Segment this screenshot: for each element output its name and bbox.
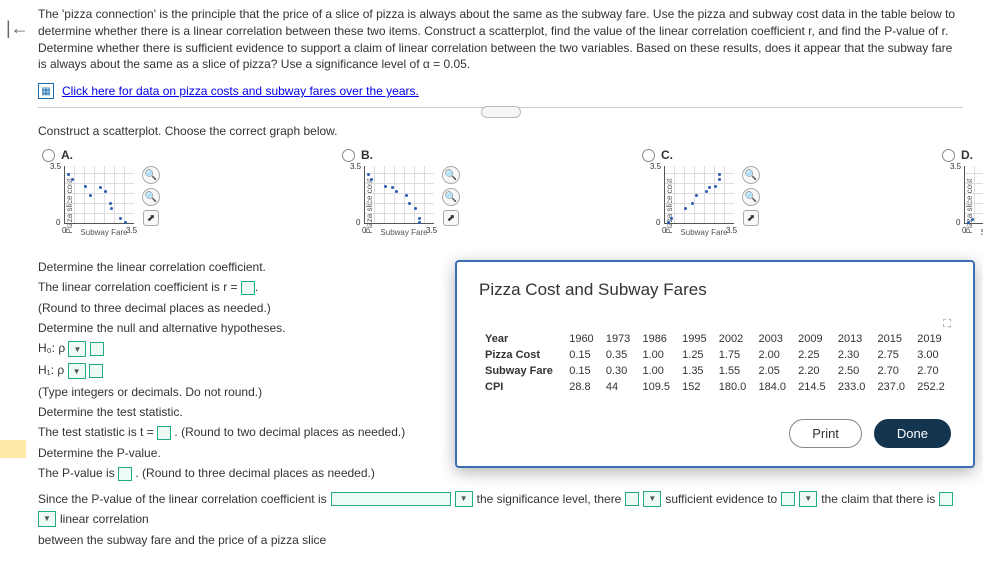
popout-icon[interactable]: ⬈ xyxy=(443,210,459,226)
isnot-dropdown[interactable] xyxy=(625,492,639,506)
data-table: Year196019731986199520022003200920132015… xyxy=(479,331,951,395)
chart-d: Pizza slice cost 3.5 0 0 3.5 Subway Fare… xyxy=(942,166,983,246)
h0-value-input[interactable] xyxy=(90,342,104,356)
compare-dropdown[interactable] xyxy=(331,492,451,506)
option-b[interactable]: B. Pizza slice cost 3.5 0 0 3.5 Subway F… xyxy=(342,148,462,246)
h1-op-dropdown[interactable]: ▼ xyxy=(68,363,86,379)
table-row: Pizza Cost0.150.351.001.251.752.002.252.… xyxy=(479,347,951,363)
radio-a[interactable] xyxy=(42,149,55,162)
table-row: Subway Fare0.150.301.001.351.552.052.202… xyxy=(479,363,951,379)
h1-value-input[interactable] xyxy=(89,364,103,378)
data-link[interactable]: Click here for data on pizza costs and s… xyxy=(62,84,419,98)
problem-statement: The 'pizza connection' is the principle … xyxy=(38,6,963,73)
option-a-label: A. xyxy=(61,148,73,162)
expand-handle[interactable] xyxy=(481,106,521,118)
popout-icon[interactable]: ⬈ xyxy=(143,210,159,226)
t-input[interactable] xyxy=(157,426,171,440)
popout-icon[interactable]: ⬈ xyxy=(743,210,759,226)
done-button[interactable]: Done xyxy=(874,419,951,448)
option-d[interactable]: D. Pizza slice cost 3.5 0 0 3.5 Subway F… xyxy=(942,148,983,246)
option-d-label: D. xyxy=(961,148,973,162)
table-row: CPI28.844109.5152180.0184.0214.5233.0237… xyxy=(479,379,951,395)
support-dd-icon[interactable]: ▼ xyxy=(799,491,817,507)
print-button[interactable]: Print xyxy=(789,419,862,448)
claim-dd-icon[interactable]: ▼ xyxy=(38,511,56,527)
isnot-dd-icon[interactable]: ▼ xyxy=(643,491,661,507)
scatter-prompt: Construct a scatterplot. Choose the corr… xyxy=(38,124,963,138)
option-c-label: C. xyxy=(661,148,673,162)
compare-dd-icon[interactable]: ▼ xyxy=(455,491,473,507)
zoom-out-icon[interactable]: 🔍 xyxy=(442,188,460,206)
zoom-out-icon[interactable]: 🔍 xyxy=(142,188,160,206)
chart-b: Pizza slice cost 3.5 0 0 3.5 Subway Fare… xyxy=(342,166,462,246)
table-icon: ▦ xyxy=(38,83,54,99)
zoom-in-icon[interactable]: 🔍 xyxy=(442,166,460,184)
r-input[interactable] xyxy=(241,281,255,295)
claim-dropdown[interactable] xyxy=(939,492,953,506)
option-b-label: B. xyxy=(361,148,373,162)
zoom-in-icon[interactable]: 🔍 xyxy=(142,166,160,184)
data-popup: ↖ Pizza Cost and Subway Fares ⛶ Year1960… xyxy=(455,260,975,468)
row-highlight xyxy=(0,440,26,458)
radio-c[interactable] xyxy=(642,149,655,162)
conclusion-sentence: Since the P-value of the linear correlat… xyxy=(38,491,963,527)
radio-d[interactable] xyxy=(942,149,955,162)
option-c[interactable]: C. Pizza slice cost 3.5 0 0 3.5 Subway F… xyxy=(642,148,762,246)
radio-b[interactable] xyxy=(342,149,355,162)
chart-a: Pizza slice cost 3.5 0 0 3.5 Subway Fare… xyxy=(42,166,162,246)
zoom-in-icon[interactable]: 🔍 xyxy=(742,166,760,184)
answer-options: A. Pizza slice cost 3.5 0 0 3.5 Subway F… xyxy=(42,148,963,246)
back-icon[interactable]: |← xyxy=(6,18,29,39)
chart-c: Pizza slice cost 3.5 0 0 3.5 Subway Fare… xyxy=(642,166,762,246)
h0-op-dropdown[interactable]: ▼ xyxy=(68,341,86,357)
pval-line: The P-value is . (Round to three decimal… xyxy=(38,466,963,481)
popup-title: Pizza Cost and Subway Fares xyxy=(479,280,951,300)
support-dropdown[interactable] xyxy=(781,492,795,506)
p-input[interactable] xyxy=(118,467,132,481)
zoom-out-icon[interactable]: 🔍 xyxy=(742,188,760,206)
fullscreen-icon[interactable]: ⛶ xyxy=(943,318,951,331)
conclusion-cont: between the subway fare and the price of… xyxy=(38,533,963,547)
option-a[interactable]: A. Pizza slice cost 3.5 0 0 3.5 Subway F… xyxy=(42,148,162,246)
table-row: Year196019731986199520022003200920132015… xyxy=(479,331,951,347)
